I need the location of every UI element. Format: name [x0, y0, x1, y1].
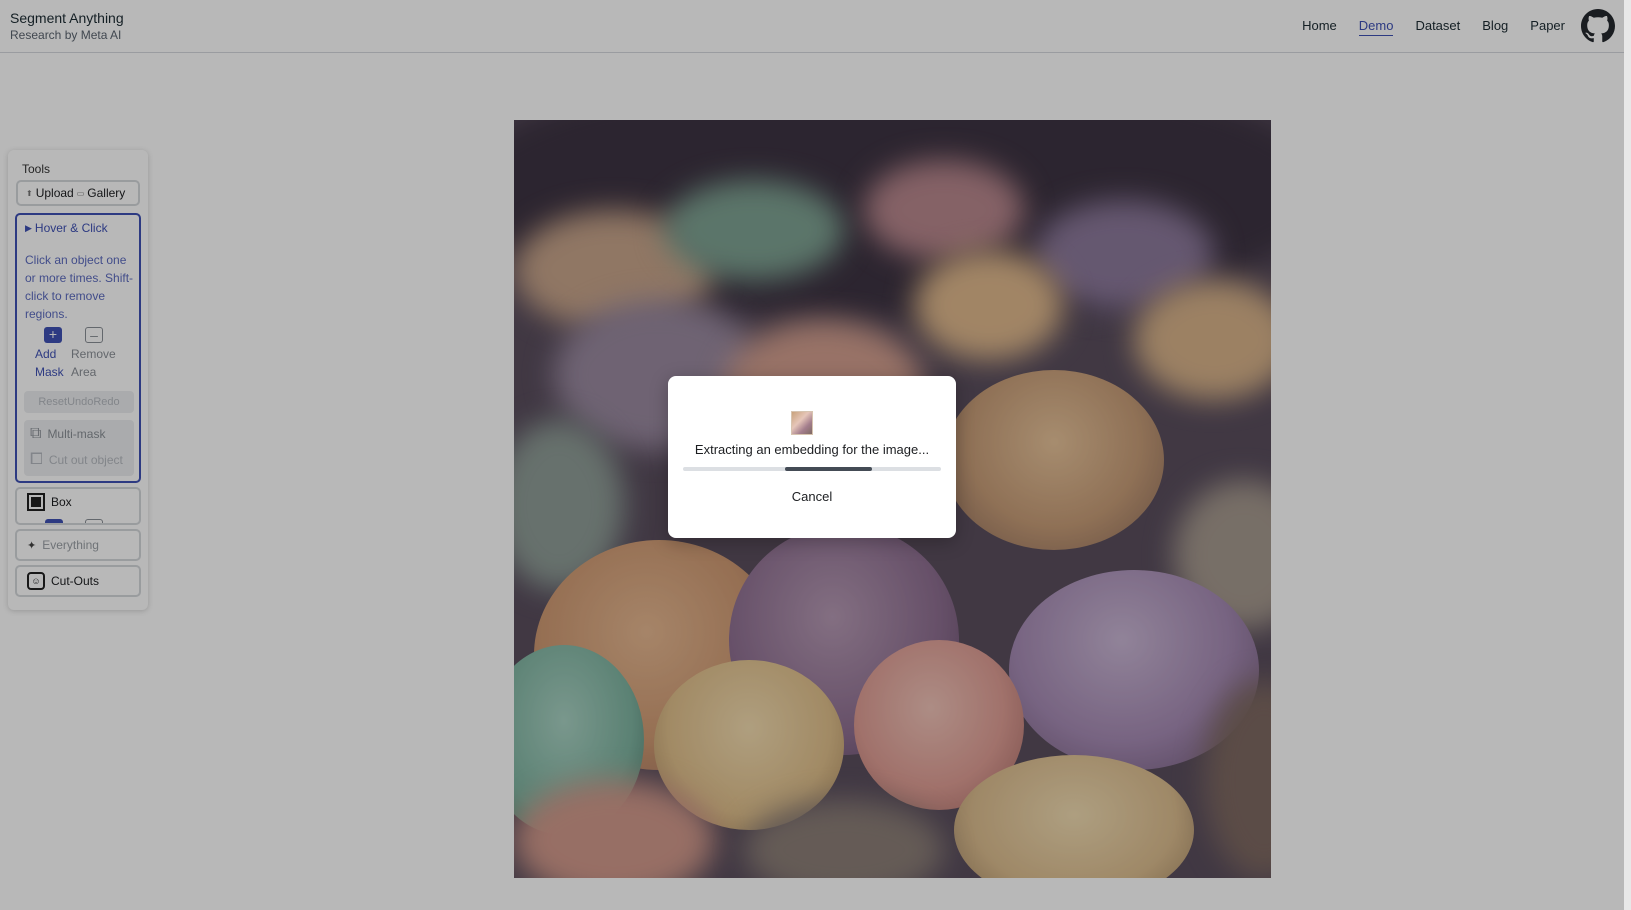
embedding-message: Extracting an embedding for the image...	[694, 442, 930, 457]
image-thumbnail	[791, 411, 813, 435]
embedding-dialog: Extracting an embedding for the image...…	[668, 376, 956, 538]
cancel-button[interactable]: Cancel	[778, 486, 846, 508]
embedding-progress-bar	[683, 467, 941, 471]
progress-fill	[785, 467, 872, 471]
scrollbar[interactable]	[1624, 0, 1631, 910]
